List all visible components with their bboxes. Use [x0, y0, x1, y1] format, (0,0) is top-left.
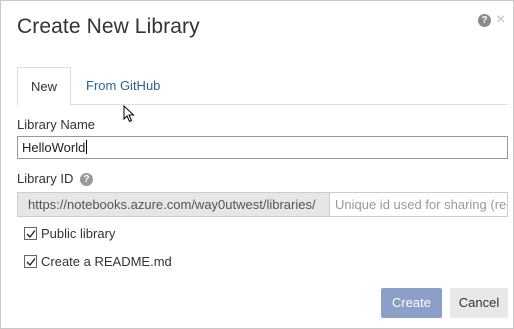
- tab-from-github[interactable]: From GitHub: [74, 67, 172, 105]
- text-caret: [86, 140, 88, 154]
- dialog-title: Create New Library: [17, 15, 200, 38]
- public-library-checkbox[interactable]: [24, 227, 37, 240]
- tab-bar: New From GitHub: [17, 67, 507, 106]
- library-id-input[interactable]: Unique id used for sharing (required): [330, 192, 508, 217]
- library-id-label: Library ID: [17, 171, 74, 186]
- checkmark-icon: [26, 230, 36, 239]
- checkmark-icon: [26, 258, 36, 267]
- cancel-button[interactable]: Cancel: [450, 288, 508, 318]
- library-name-label: Library Name: [17, 117, 96, 132]
- help-icon[interactable]: ?: [478, 14, 491, 27]
- library-name-value: HelloWorld: [22, 140, 86, 155]
- readme-label: Create a README.md: [41, 254, 172, 269]
- public-library-label: Public library: [41, 226, 116, 241]
- library-name-input[interactable]: HelloWorld: [17, 136, 508, 159]
- library-id-prefix: https://notebooks.azure.com/way0utwest/l…: [17, 192, 330, 217]
- readme-checkbox[interactable]: [24, 255, 37, 268]
- tab-new[interactable]: New: [17, 67, 71, 106]
- create-library-dialog: Create New Library ? × New From GitHub L…: [0, 0, 514, 329]
- info-icon[interactable]: ?: [80, 173, 93, 186]
- mouse-pointer-icon: [123, 105, 135, 123]
- create-button[interactable]: Create: [381, 288, 442, 318]
- close-icon[interactable]: ×: [496, 11, 505, 29]
